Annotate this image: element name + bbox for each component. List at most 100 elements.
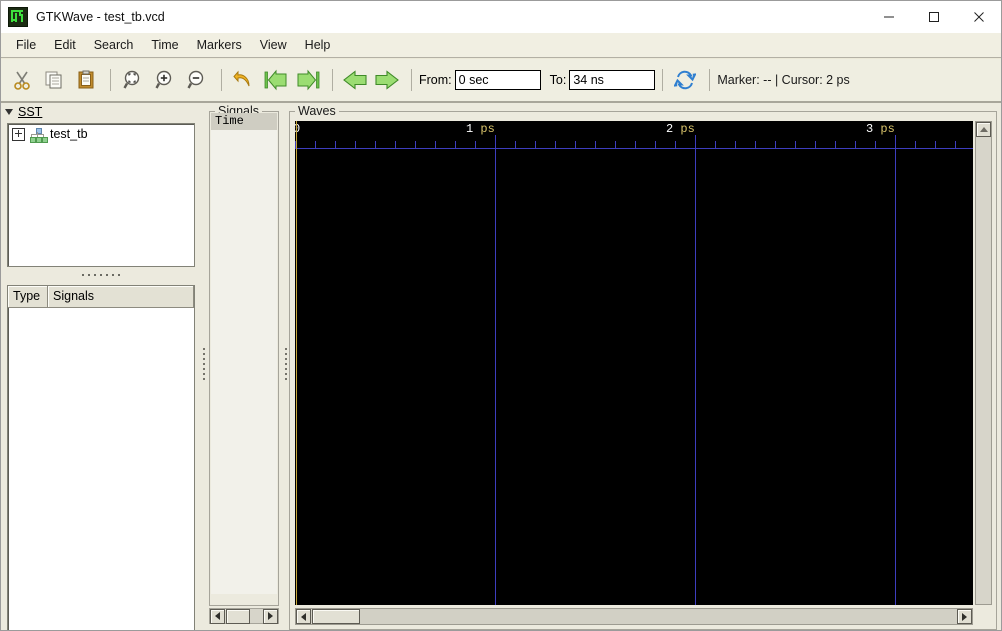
toolbar-separator: [332, 69, 333, 91]
scroll-left-button[interactable]: [210, 608, 225, 624]
ruler-baseline: [295, 148, 973, 149]
sst-hierarchy-tree[interactable]: test_tb: [7, 123, 195, 267]
waves-vscrollbar[interactable]: [975, 121, 992, 605]
signal-list-headers: Type Signals: [8, 286, 194, 308]
ruler-tick: [635, 141, 636, 149]
splitter-grip: [203, 348, 205, 384]
menu-view[interactable]: View: [251, 35, 296, 55]
splitter-sst-signals[interactable]: [201, 103, 207, 630]
to-label: To:: [549, 73, 567, 87]
tree-item-label: test_tb: [50, 127, 88, 141]
ruler-tick: [875, 141, 876, 149]
main-body: SST test_tb Type Signals Signals Time Wa…: [1, 103, 1001, 630]
gtkwave-icon: [8, 7, 28, 27]
toolbar-separator: [411, 69, 412, 91]
menu-search[interactable]: Search: [85, 35, 143, 55]
title-bar: GTKWave - test_tb.vcd: [1, 1, 1001, 34]
cursor-marker[interactable]: [296, 121, 297, 605]
scroll-right-button[interactable]: [263, 608, 278, 624]
ruler-tick: [795, 141, 796, 149]
ruler-tick: [395, 141, 396, 149]
ruler-tick: [535, 141, 536, 149]
signal-names-pane: Signals Time: [209, 103, 279, 630]
cut-icon[interactable]: [7, 65, 37, 95]
from-label: From:: [419, 73, 452, 87]
column-header-signals[interactable]: Signals: [48, 286, 194, 308]
waves-hscrollbar[interactable]: [295, 608, 973, 625]
waves-frame-title: Waves: [295, 104, 339, 118]
time-ruler[interactable]: 01 ps2 ps3 ps: [295, 121, 973, 149]
wave-gridline: [695, 135, 696, 605]
ruler-tick: [815, 141, 816, 149]
signals-hscrollbar[interactable]: [209, 608, 279, 624]
waves-frame: Waves 01 ps2 ps3 ps: [289, 104, 997, 630]
reload-icon[interactable]: [670, 65, 700, 95]
signal-row-time[interactable]: Time: [211, 113, 277, 130]
chevron-down-icon: [5, 109, 13, 115]
menu-time[interactable]: Time: [142, 35, 187, 55]
scroll-left-button[interactable]: [296, 609, 311, 624]
close-button[interactable]: [956, 1, 1001, 33]
ruler-tick: [915, 141, 916, 149]
waves-pane: Waves 01 ps2 ps3 ps: [289, 103, 997, 630]
back-arrow-icon[interactable]: [340, 65, 370, 95]
hierarchy-icon: [30, 127, 48, 143]
toolbar-separator: [709, 69, 711, 91]
sst-title: SST: [18, 105, 43, 119]
scroll-up-button[interactable]: [976, 122, 991, 137]
toolbar-separator: [110, 69, 111, 91]
undo-icon[interactable]: [229, 65, 259, 95]
sst-header[interactable]: SST: [5, 105, 42, 119]
minimize-button[interactable]: [866, 1, 911, 33]
wave-canvas[interactable]: 01 ps2 ps3 ps: [295, 121, 973, 605]
signal-name-rows[interactable]: Time: [211, 113, 277, 594]
ruler-tick: [755, 141, 756, 149]
jump-to-end-icon[interactable]: [293, 65, 323, 95]
menu-bar: File Edit Search Time Markers View Help: [1, 33, 1001, 58]
menu-file[interactable]: File: [7, 35, 45, 55]
ruler-tick: [735, 141, 736, 149]
toolbar-separator: [662, 69, 664, 91]
scroll-thumb[interactable]: [226, 608, 250, 624]
ruler-tick: [455, 141, 456, 149]
zoom-in-icon[interactable]: [150, 65, 180, 95]
zoom-fit-icon[interactable]: [118, 65, 148, 95]
ruler-tick: [415, 141, 416, 149]
signals-frame: Signals Time: [209, 104, 279, 606]
expand-icon[interactable]: [12, 127, 25, 141]
sst-splitter-handle[interactable]: [61, 271, 141, 279]
window-title: GTKWave - test_tb.vcd: [36, 10, 165, 24]
paste-icon[interactable]: [71, 65, 101, 95]
scroll-right-button[interactable]: [957, 609, 972, 624]
toolbar: From: To: Marker: -- | Cursor: 2 ps: [1, 59, 1001, 103]
signal-chooser-list[interactable]: Type Signals: [7, 285, 195, 630]
zoom-out-icon[interactable]: [182, 65, 212, 95]
copy-icon[interactable]: [39, 65, 69, 95]
menu-help[interactable]: Help: [296, 35, 340, 55]
scroll-thumb[interactable]: [312, 609, 360, 624]
to-input[interactable]: [569, 70, 656, 90]
splitter-grip: [285, 348, 287, 384]
marker-cursor-status: Marker: -- | Cursor: 2 ps: [717, 73, 850, 87]
menu-edit[interactable]: Edit: [45, 35, 85, 55]
menu-markers[interactable]: Markers: [188, 35, 251, 55]
ruler-tick: [775, 141, 776, 149]
ruler-time-label: 3 ps: [866, 122, 895, 136]
ruler-tick: [315, 141, 316, 149]
jump-to-start-icon[interactable]: [261, 65, 291, 95]
maximize-button[interactable]: [911, 1, 956, 33]
from-input[interactable]: [454, 70, 541, 90]
ruler-tick: [435, 141, 436, 149]
ruler-tick: [675, 141, 676, 149]
ruler-tick: [615, 141, 616, 149]
forward-arrow-icon[interactable]: [372, 65, 402, 95]
gtkwave-window: GTKWave - test_tb.vcd File Edit Search T…: [0, 0, 1002, 631]
ruler-tick: [515, 141, 516, 149]
ruler-tick: [835, 141, 836, 149]
wave-gridline: [495, 135, 496, 605]
ruler-tick: [375, 141, 376, 149]
ruler-tick: [475, 141, 476, 149]
ruler-tick: [595, 141, 596, 149]
column-header-type[interactable]: Type: [8, 286, 48, 308]
tree-item-test_tb[interactable]: test_tb: [8, 124, 194, 143]
